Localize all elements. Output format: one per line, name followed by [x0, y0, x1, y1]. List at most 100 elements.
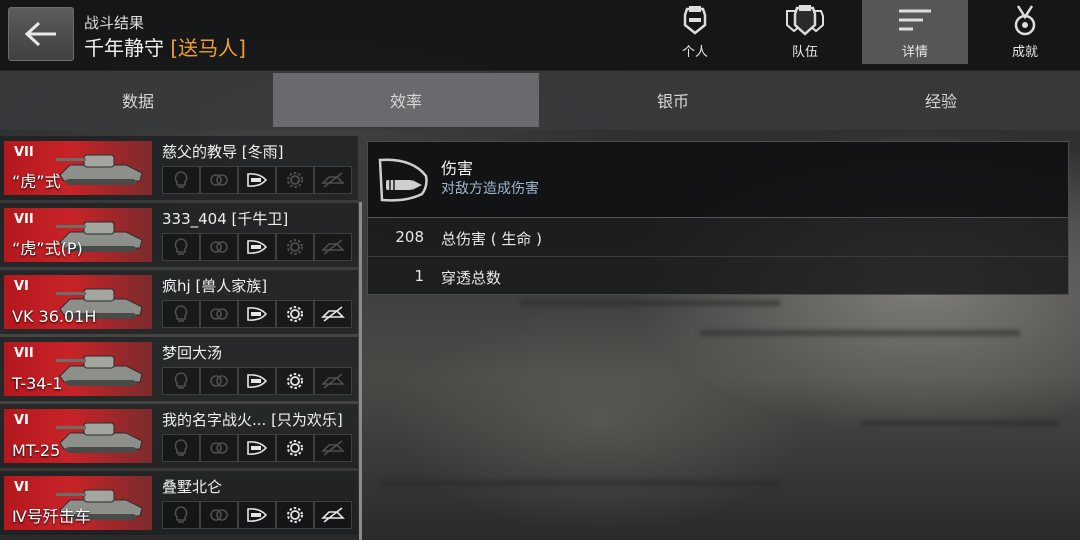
shell-medal-icon[interactable] [238, 233, 276, 261]
stat-value: 208 [395, 228, 424, 246]
player-row[interactable]: VI Ⅳ号歼击车 叠墅北仑 [0, 471, 358, 535]
tank-image [56, 346, 148, 388]
tank-name: “虎”式(P) [12, 239, 83, 258]
tank-tier-badge: VII [14, 346, 34, 361]
efficiency-title: 伤害 [441, 159, 474, 178]
page-title: 战斗结果 [84, 14, 145, 32]
tank-kill-medal-icon[interactable] [314, 233, 352, 261]
tank-tier-badge: VI [14, 480, 29, 495]
tank-image [56, 145, 148, 187]
survivor-medal-icon[interactable] [162, 166, 200, 194]
damage-shell-icon [378, 158, 428, 202]
subtab-experience[interactable]: 经验 [808, 73, 1074, 127]
tank-kill-medal-icon[interactable] [314, 300, 352, 328]
tab-achievements[interactable]: 成就 [972, 0, 1078, 64]
map-name-text: 千年静守 [84, 36, 164, 60]
medal-strip [162, 166, 352, 194]
tank-name: MT-25 [12, 441, 61, 460]
gear-medal-icon[interactable] [276, 367, 314, 395]
tank-image [56, 413, 148, 455]
shell-medal-icon[interactable] [238, 300, 276, 328]
player-row[interactable]: VII “虎”式 慈父的教导 [冬雨] [0, 136, 358, 200]
cooperation-medal-icon[interactable] [200, 233, 238, 261]
tank-kill-medal-icon[interactable] [314, 367, 352, 395]
tab-details[interactable]: 详情 [862, 0, 968, 64]
map-name: 千年静守 [送马人] [84, 32, 246, 61]
medal-strip [162, 501, 352, 529]
tank-card: VII “虎”式(P) [4, 208, 152, 262]
gear-medal-icon[interactable] [276, 233, 314, 261]
tank-kill-medal-icon[interactable] [314, 166, 352, 194]
stat-row-penetrations: 1 穿透总数 [368, 256, 1068, 294]
details-icon [899, 9, 931, 31]
back-button[interactable] [8, 7, 74, 61]
cooperation-medal-icon[interactable] [200, 166, 238, 194]
subtab-silver[interactable]: 银币 [540, 73, 806, 127]
team-icon [786, 5, 824, 36]
player-name: 333_404 [千牛卫] [162, 210, 289, 228]
player-list[interactable]: VII “虎”式 慈父的教导 [冬雨] VII “虎”式(P) 333_404 [千牛卫]… [0, 136, 362, 540]
tab-team-label: 队伍 [791, 45, 818, 60]
cooperation-medal-icon[interactable] [200, 434, 238, 462]
player-row[interactable]: VI VK 36.01H 疯hj [兽人家族] [0, 270, 358, 334]
tank-kill-medal-icon[interactable] [314, 501, 352, 529]
cooperation-medal-icon[interactable] [200, 300, 238, 328]
shell-medal-icon[interactable] [238, 166, 276, 194]
player-name: 疯hj [兽人家族] [162, 277, 268, 295]
gear-medal-icon[interactable] [276, 434, 314, 462]
efficiency-subtitle: 对敌方造成伤害 [441, 181, 539, 197]
player-icon [683, 6, 707, 35]
tank-card: VI MT-25 [4, 409, 152, 463]
player-row[interactable]: VII T-34-1 梦回大汤 [0, 337, 358, 401]
tank-card: VI Ⅳ号歼击车 [4, 476, 152, 530]
sub-tab-bar: 数据 效率 银币 经验 [0, 70, 1080, 130]
medal-strip [162, 300, 352, 328]
gear-medal-icon[interactable] [276, 300, 314, 328]
survivor-medal-icon[interactable] [162, 233, 200, 261]
medal-strip [162, 233, 352, 261]
tank-name: Ⅳ号歼击车 [12, 507, 91, 526]
tank-name: T-34-1 [12, 374, 63, 393]
tank-name: “虎”式 [12, 172, 61, 191]
survivor-medal-icon[interactable] [162, 434, 200, 462]
player-list-scrollbar[interactable] [359, 202, 362, 540]
cooperation-medal-icon[interactable] [200, 367, 238, 395]
tank-tier-badge: VII [14, 145, 34, 160]
tab-team[interactable]: 队伍 [752, 0, 858, 64]
player-name: 叠墅北仑 [162, 478, 223, 496]
tank-tier-badge: VI [14, 279, 29, 294]
stat-label: 穿透总数 [441, 269, 502, 287]
tank-name: VK 36.01H [12, 307, 97, 326]
survivor-medal-icon[interactable] [162, 501, 200, 529]
tab-details-label: 详情 [901, 45, 928, 60]
subtab-efficiency[interactable]: 效率 [273, 73, 539, 127]
arrow-left-icon [24, 21, 56, 47]
player-row[interactable]: VII “虎”式(P) 333_404 [千牛卫] [0, 203, 358, 267]
tank-tier-badge: VI [14, 413, 29, 428]
game-mode: [送马人] [170, 36, 246, 60]
gear-medal-icon[interactable] [276, 166, 314, 194]
cooperation-medal-icon[interactable] [200, 501, 238, 529]
shell-medal-icon[interactable] [238, 434, 276, 462]
shell-medal-icon[interactable] [238, 501, 276, 529]
tank-kill-medal-icon[interactable] [314, 434, 352, 462]
tab-personal-label: 个人 [681, 45, 708, 60]
survivor-medal-icon[interactable] [162, 367, 200, 395]
top-bar: 战斗结果 千年静守 [送马人] 个人 队伍 详情 成就 [0, 0, 1080, 70]
gear-medal-icon[interactable] [276, 501, 314, 529]
survivor-medal-icon[interactable] [162, 300, 200, 328]
efficiency-panel: 伤害 对敌方造成伤害 208 总伤害 ( 生命 ) 1 穿透总数 [367, 141, 1069, 295]
player-name: 慈父的教导 [冬雨] [162, 143, 284, 161]
player-name: 我的名字战火... [只为欢乐] [162, 411, 343, 429]
tab-personal[interactable]: 个人 [642, 0, 748, 64]
stat-label: 总伤害 ( 生命 ) [441, 230, 543, 248]
stat-row-total-damage: 208 总伤害 ( 生命 ) [368, 218, 1068, 256]
subtab-data[interactable]: 数据 [5, 73, 271, 127]
tank-card: VII T-34-1 [4, 342, 152, 396]
tank-card: VII “虎”式 [4, 141, 152, 195]
player-row[interactable]: VI MT-25 我的名字战火... [只为欢乐] [0, 404, 358, 468]
tank-card: VI VK 36.01H [4, 275, 152, 329]
tank-tier-badge: VII [14, 212, 34, 227]
shell-medal-icon[interactable] [238, 367, 276, 395]
tab-achievements-label: 成就 [1011, 45, 1038, 60]
